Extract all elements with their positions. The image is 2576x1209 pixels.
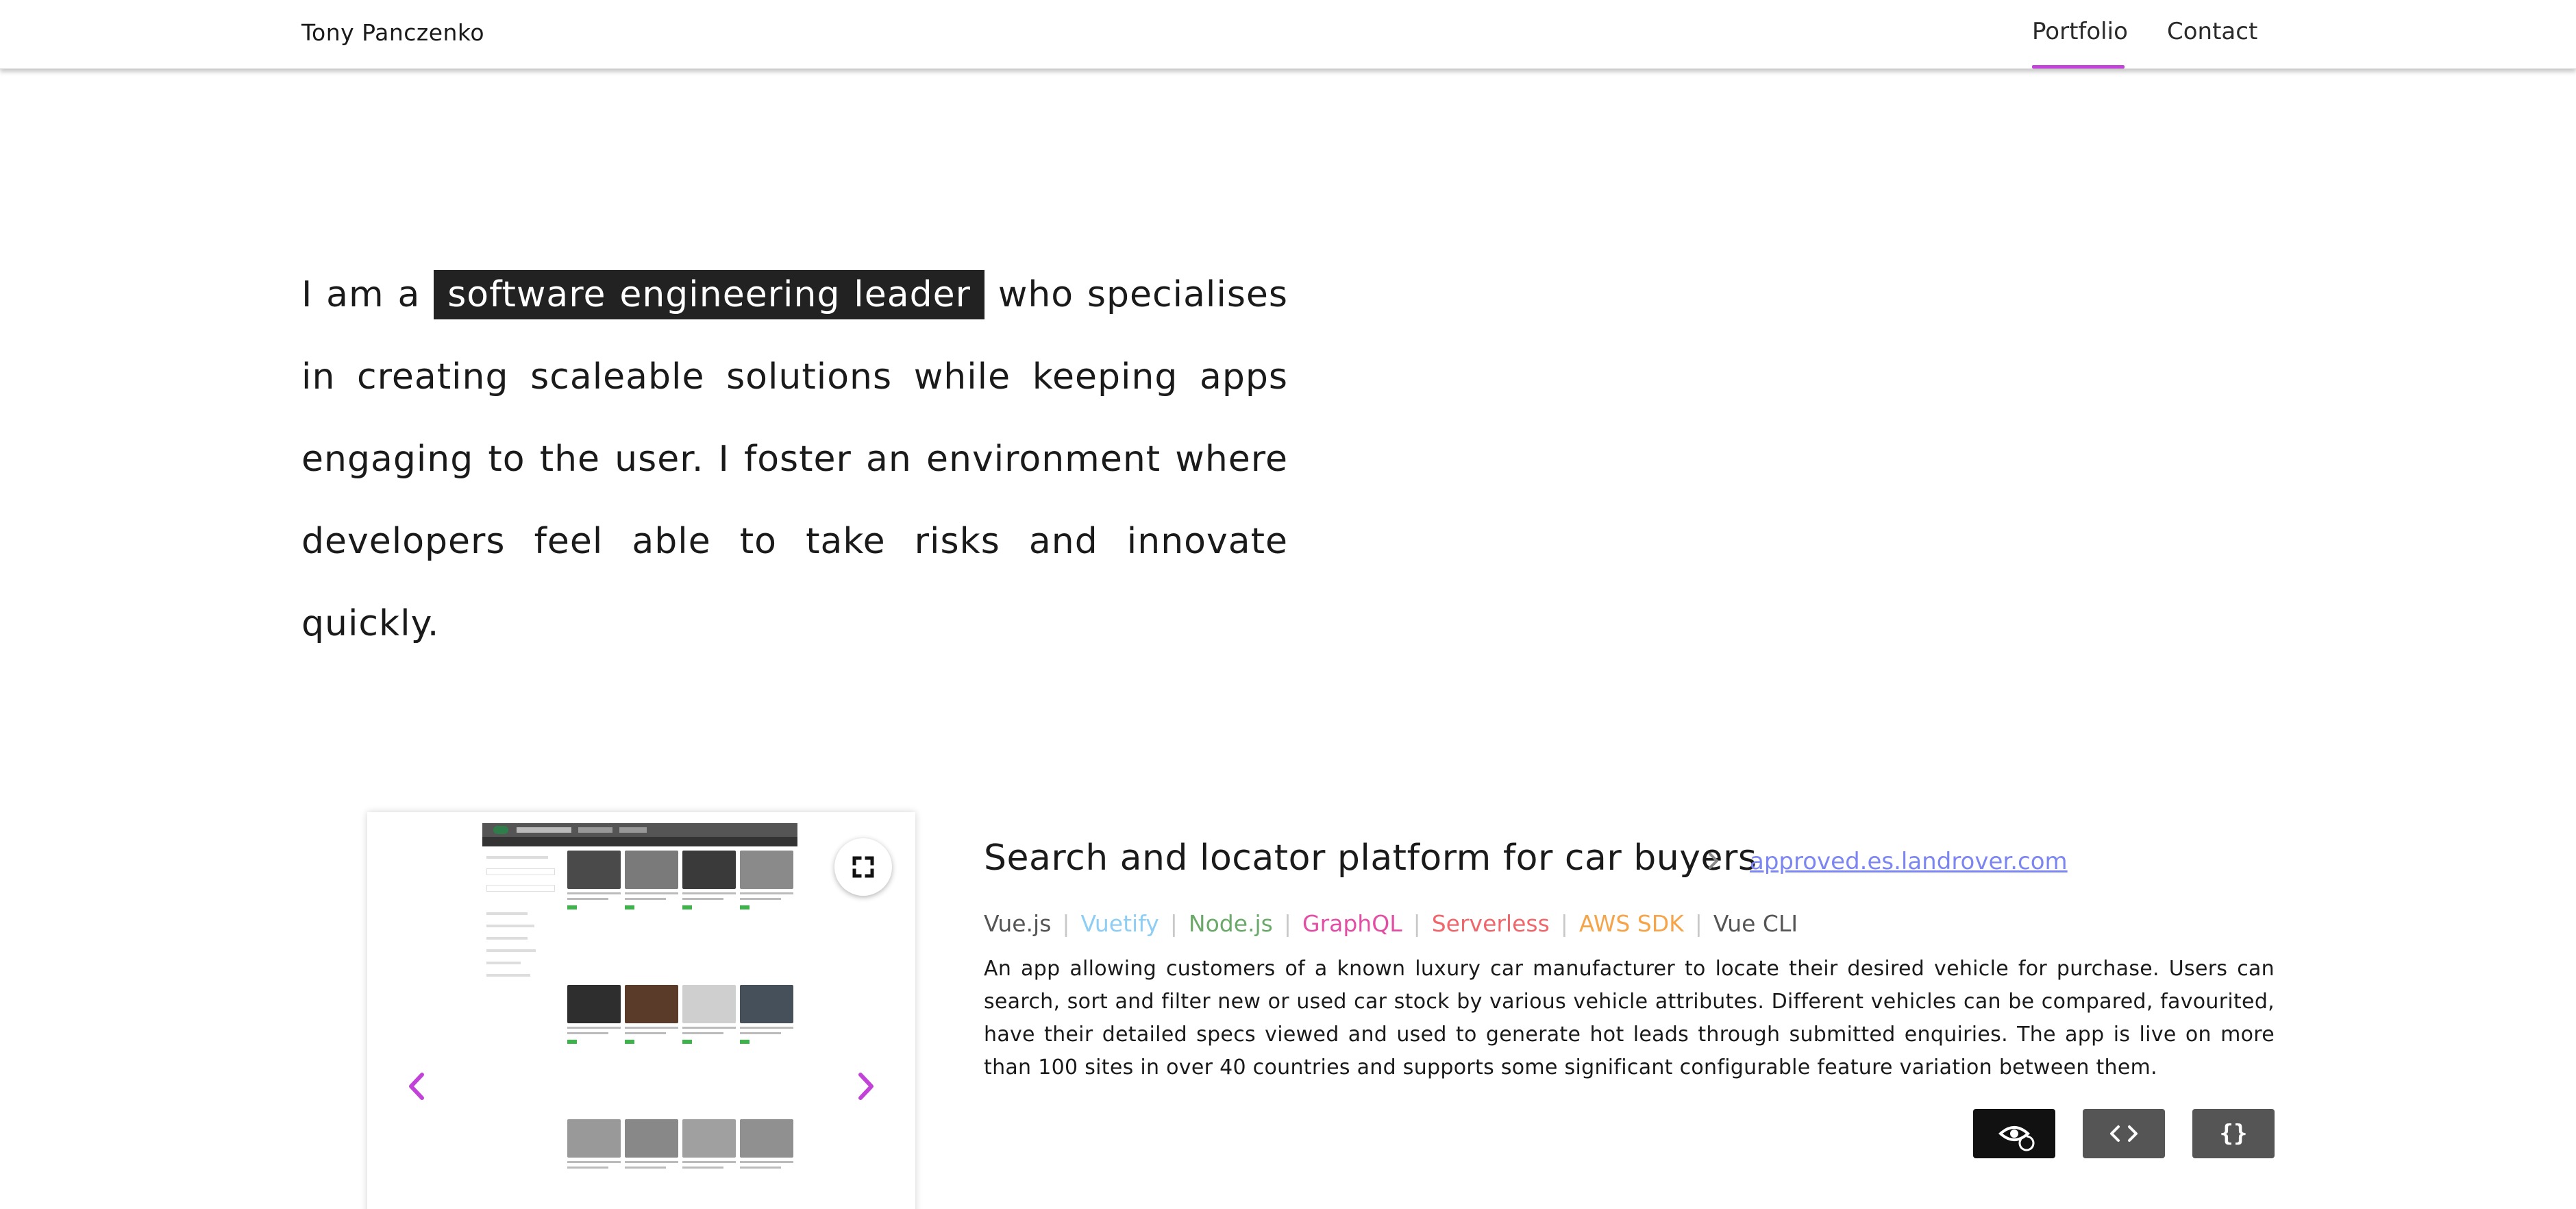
chevron-left-icon: [409, 1073, 424, 1100]
carousel-prev-button[interactable]: [403, 1069, 430, 1103]
code-brackets-icon: [2110, 1125, 2138, 1142]
chevron-right-icon: [1703, 847, 1724, 875]
chevron-right-icon: [858, 1073, 874, 1100]
intro-rest: who specialises in creating scaleable so…: [301, 274, 1288, 644]
tech-stack-list: Vue.js | Vuetify | Node.js | GraphQL | Serverles…: [984, 910, 1798, 937]
tech-separator: |: [1560, 910, 1568, 937]
tech-serverless: Serverless: [1431, 910, 1550, 937]
view-code-button[interactable]: [2083, 1109, 2165, 1158]
tech-separator: |: [1283, 910, 1291, 937]
tech-vue-cli: Vue CLI: [1713, 910, 1798, 937]
project-screenshot[interactable]: [367, 812, 915, 1209]
project-description: An app allowing customers of a known lux…: [984, 957, 2275, 1079]
screenshot-preview-image: [482, 823, 797, 1209]
tech-separator: |: [1169, 910, 1178, 937]
site-header: Tony Panczenko Portfolio Contact: [0, 0, 2576, 69]
eye-refresh-icon: [1998, 1126, 2035, 1151]
fullscreen-button[interactable]: [834, 838, 892, 896]
fullscreen-icon: [852, 856, 874, 878]
tech-separator: |: [1062, 910, 1070, 937]
intro-statement: I am a software engineering leader who s…: [301, 254, 1288, 665]
nav-contact[interactable]: Contact: [2167, 18, 2257, 45]
intro-highlight: software engineering leader: [434, 270, 984, 319]
tech-separator: |: [1413, 910, 1421, 937]
project-live-link[interactable]: approved.es.landrover.com: [1750, 848, 2068, 875]
nav-portfolio[interactable]: Portfolio: [2032, 18, 2128, 45]
intro-prefix: I am a: [301, 274, 421, 315]
tech-nodejs: Node.js: [1188, 910, 1273, 937]
carousel-next-button[interactable]: [852, 1069, 880, 1103]
view-demo-button[interactable]: [1973, 1109, 2055, 1158]
tech-separator: |: [1694, 910, 1702, 937]
tech-aws-sdk: AWS SDK: [1578, 910, 1684, 937]
brand-name[interactable]: Tony Panczenko: [301, 19, 484, 46]
project-title: Search and locator platform for car buye…: [984, 838, 1757, 879]
nav-active-indicator: [2032, 65, 2125, 69]
view-api-button[interactable]: {}: [2192, 1109, 2275, 1158]
curly-braces-icon: {}: [2219, 1120, 2248, 1147]
tech-vuetify: Vuetify: [1080, 910, 1159, 937]
tech-graphql: GraphQL: [1302, 910, 1402, 937]
tech-vuejs: Vue.js: [984, 910, 1052, 937]
